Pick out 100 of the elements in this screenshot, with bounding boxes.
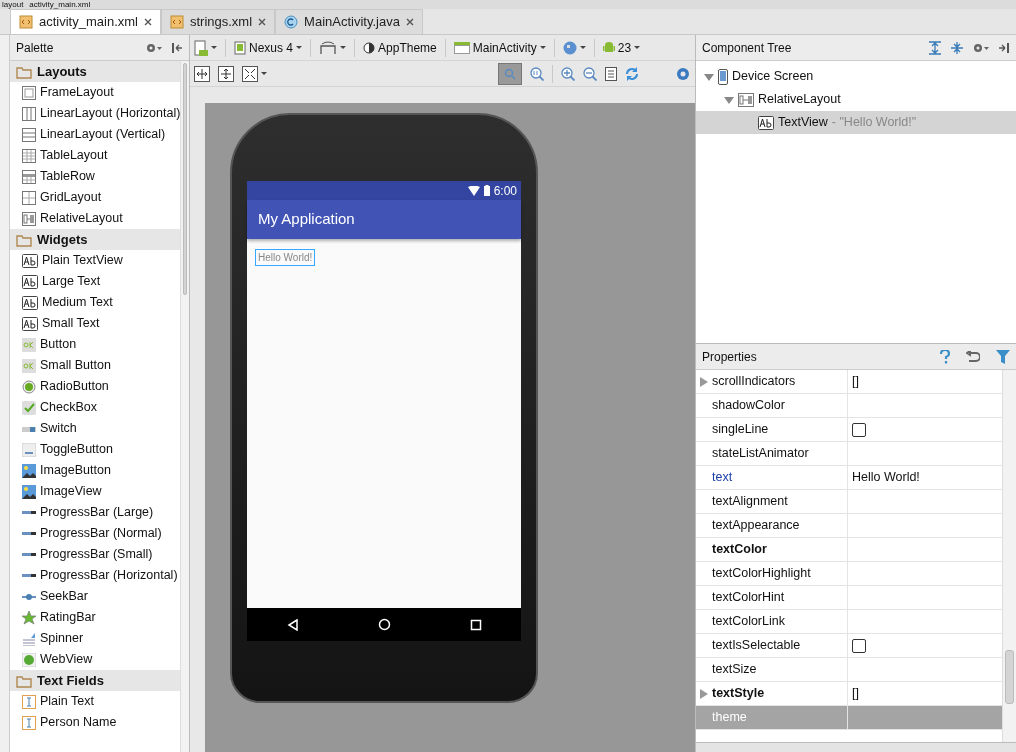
property-name[interactable]: shadowColor xyxy=(712,396,785,415)
property-name[interactable]: textAppearance xyxy=(712,516,800,535)
close-icon[interactable] xyxy=(143,18,152,26)
fit-height-icon[interactable] xyxy=(218,65,234,82)
zoom-actual-icon[interactable] xyxy=(530,66,544,81)
palette-item[interactable]: ProgressBar (Large) xyxy=(40,503,154,522)
caret-icon xyxy=(539,46,546,49)
palette-item[interactable]: ProgressBar (Normal) xyxy=(40,524,162,543)
home-icon[interactable] xyxy=(377,618,391,631)
breadcrumb-item[interactable]: activity_main.xml xyxy=(29,0,91,9)
palette-item[interactable]: SeekBar xyxy=(40,587,88,606)
property-name[interactable]: textSize xyxy=(712,660,757,679)
grid-icon xyxy=(22,190,36,205)
palette-item[interactable]: ProgressBar (Horizontal) xyxy=(40,566,178,585)
tree-row[interactable]: Device Screen xyxy=(696,65,1016,88)
settings-icon[interactable] xyxy=(675,65,691,82)
palette-item[interactable]: WebView xyxy=(40,650,93,669)
tab-label: MainActivity.java xyxy=(304,13,400,32)
tree-row[interactable]: TextView - "Hello World!" xyxy=(696,111,1016,134)
api-level-dropdown[interactable]: 23 xyxy=(602,38,641,57)
document-icon[interactable] xyxy=(605,66,617,81)
expand-all-icon[interactable] xyxy=(928,40,942,55)
editor-tab[interactable]: strings.xml xyxy=(160,9,276,34)
palette-item[interactable]: Large Text xyxy=(42,272,101,291)
checkbox[interactable] xyxy=(852,638,866,653)
palette-item[interactable]: ProgressBar (Small) xyxy=(40,545,153,564)
device-menu[interactable] xyxy=(194,39,217,56)
palette-item[interactable]: Button xyxy=(40,335,77,354)
editor-tab[interactable]: MainActivity.java xyxy=(275,9,423,34)
device-dropdown[interactable]: Nexus 4 xyxy=(234,38,303,57)
property-name[interactable]: textColorHighlight xyxy=(712,564,811,583)
undo-icon[interactable] xyxy=(966,350,980,363)
close-icon[interactable] xyxy=(258,18,267,26)
property-name[interactable]: textStyle xyxy=(712,684,765,703)
property-name[interactable]: scrollIndicators xyxy=(712,372,796,391)
palette-item[interactable]: CheckBox xyxy=(40,398,97,417)
property-name[interactable]: singleLine xyxy=(712,420,769,439)
palette-item[interactable]: ImageButton xyxy=(40,461,111,480)
palette-item[interactable]: Spinner xyxy=(40,629,84,648)
palette-item[interactable]: RelativeLayout xyxy=(40,209,123,228)
theme-dropdown[interactable]: AppTheme xyxy=(363,38,437,57)
property-name[interactable]: textIsSelectable xyxy=(712,636,801,655)
property-name[interactable]: textColorLink xyxy=(712,612,785,631)
zoom-in-icon[interactable] xyxy=(561,66,575,81)
palette-item[interactable]: LinearLayout (Vertical) xyxy=(40,125,166,144)
expand-arrow-icon[interactable] xyxy=(700,688,708,699)
property-name[interactable]: textAlignment xyxy=(712,492,788,511)
progress-icon xyxy=(22,574,36,577)
expand-arrow-icon[interactable] xyxy=(704,71,714,82)
palette-item[interactable]: Plain Text xyxy=(40,692,94,711)
refresh-icon[interactable] xyxy=(625,66,639,81)
tree-row[interactable]: RelativeLayout xyxy=(696,88,1016,111)
palette-item[interactable]: Plain TextView xyxy=(42,251,123,270)
palette-item[interactable]: FrameLayout xyxy=(40,83,114,102)
palette-item[interactable]: Small Button xyxy=(40,356,111,375)
palette-item[interactable]: RatingBar xyxy=(40,608,96,627)
property-name[interactable]: textColorHint xyxy=(712,588,785,607)
property-name[interactable]: textColor xyxy=(712,540,767,559)
palette-item[interactable]: Small Text xyxy=(42,314,100,333)
property-value[interactable]: Hello World! xyxy=(852,468,920,487)
text-icon xyxy=(22,295,38,310)
filter-icon[interactable] xyxy=(996,349,1010,364)
zoom-out-icon[interactable] xyxy=(583,66,597,81)
palette-item[interactable]: ImageView xyxy=(40,482,102,501)
star-icon xyxy=(22,610,36,625)
settings-icon[interactable] xyxy=(145,41,163,54)
hide-icon[interactable] xyxy=(171,41,183,54)
locale-menu[interactable] xyxy=(562,40,586,55)
palette-item[interactable]: TableLayout xyxy=(40,146,108,165)
property-name[interactable]: text xyxy=(712,468,733,487)
device-icon xyxy=(194,39,208,56)
expand-arrow-icon[interactable] xyxy=(700,376,708,387)
expand-arrow-icon[interactable] xyxy=(724,94,734,105)
back-icon[interactable] xyxy=(286,618,299,631)
selected-text-view[interactable]: Hello World! xyxy=(255,249,316,266)
expand-menu[interactable] xyxy=(242,65,267,82)
collapse-all-icon[interactable] xyxy=(950,40,964,55)
hide-icon[interactable] xyxy=(998,41,1010,54)
property-value[interactable]: [] xyxy=(852,684,859,703)
help-icon[interactable] xyxy=(940,349,950,364)
palette-item[interactable]: GridLayout xyxy=(40,188,102,207)
palette-item[interactable]: LinearLayout (Horizontal) xyxy=(40,104,181,123)
property-name[interactable]: stateListAnimator xyxy=(712,444,809,463)
breadcrumb-item[interactable]: layout xyxy=(2,0,24,9)
palette-item[interactable]: Person Name xyxy=(40,713,117,732)
palette-item[interactable]: RadioButton xyxy=(40,377,109,396)
editor-tab[interactable]: activity_main.xml xyxy=(10,9,161,34)
palette-item[interactable]: Medium Text xyxy=(42,293,113,312)
fit-width-icon[interactable] xyxy=(194,65,210,82)
checkbox[interactable] xyxy=(852,422,866,437)
palette-item[interactable]: TableRow xyxy=(40,167,95,186)
close-icon[interactable] xyxy=(405,18,414,26)
recents-icon[interactable] xyxy=(469,618,482,631)
settings-icon[interactable] xyxy=(972,41,990,54)
orientation-menu[interactable] xyxy=(319,40,347,55)
palette-item[interactable]: ToggleButton xyxy=(40,440,113,459)
property-value[interactable]: [] xyxy=(852,372,859,391)
activity-dropdown[interactable]: MainActivity xyxy=(453,38,546,57)
zoom-fit-button[interactable] xyxy=(498,62,522,85)
palette-item[interactable]: Switch xyxy=(40,419,77,438)
